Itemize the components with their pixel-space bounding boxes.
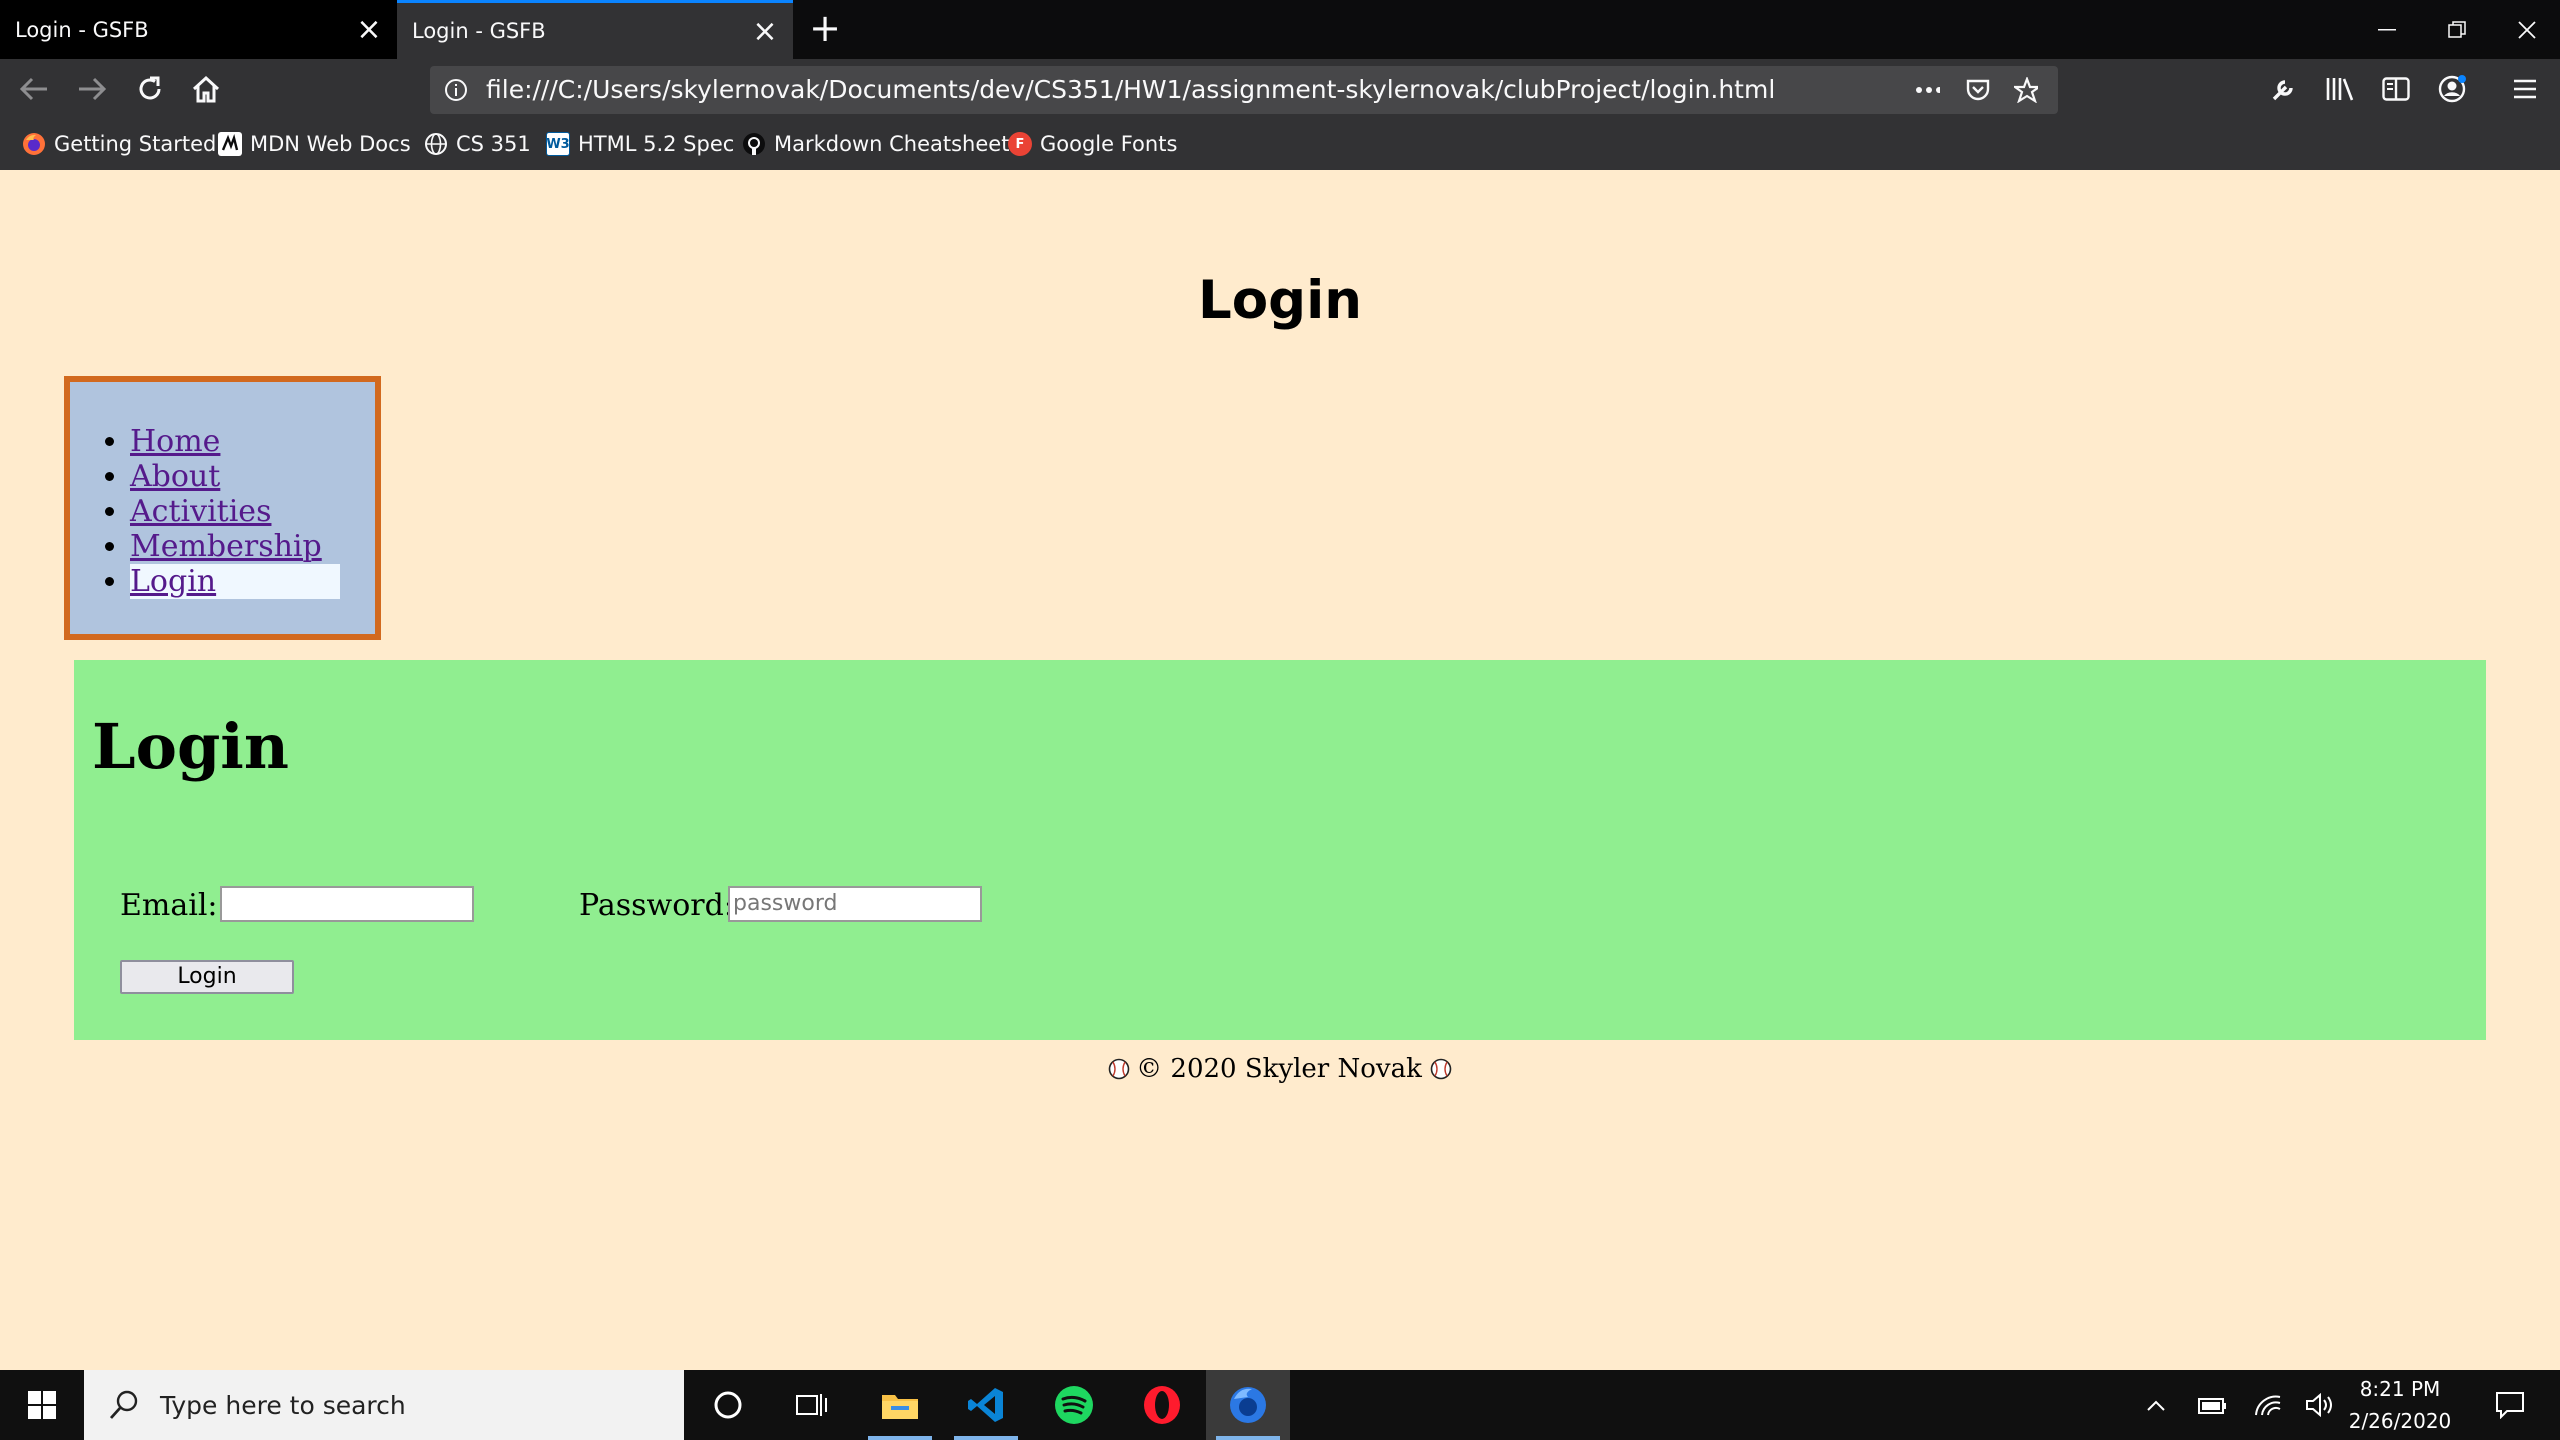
page-actions-icon[interactable] bbox=[1916, 78, 1940, 102]
opera-icon[interactable] bbox=[1120, 1370, 1204, 1440]
restore-icon[interactable] bbox=[2422, 0, 2492, 59]
firefox-taskbar-icon[interactable] bbox=[1206, 1370, 1290, 1440]
bookmark-google-fonts[interactable]: F Google Fonts bbox=[1008, 129, 1177, 159]
login-section: Login Email: Password: password Login bbox=[74, 660, 2486, 1040]
nav-item-about: About bbox=[130, 459, 340, 494]
password-field[interactable]: password bbox=[728, 886, 982, 922]
site-nav: Home About Activities Membership Login bbox=[64, 376, 381, 640]
close-tab-icon[interactable]: × bbox=[752, 14, 778, 49]
nav-link-activities[interactable]: Activities bbox=[130, 494, 271, 529]
close-window-icon[interactable] bbox=[2492, 0, 2560, 59]
nav-link-login[interactable]: Login bbox=[130, 564, 216, 599]
bookmark-mdn-web-docs[interactable]: MDN Web Docs bbox=[218, 129, 411, 159]
nav-link-home[interactable]: Home bbox=[130, 424, 220, 459]
login-heading: Login bbox=[92, 710, 289, 783]
volume-icon[interactable] bbox=[2298, 1370, 2342, 1440]
url-text[interactable]: file:///C:/Users/skylernovak/Documents/d… bbox=[486, 66, 1775, 114]
forward-icon[interactable] bbox=[72, 69, 112, 109]
clock-date: 2/26/2020 bbox=[2348, 1409, 2452, 1433]
tab-title: Login - GSFB bbox=[412, 19, 546, 43]
cortana-icon[interactable] bbox=[686, 1370, 770, 1440]
nav-item-home: Home bbox=[130, 424, 340, 459]
nav-item-activities: Activities bbox=[130, 494, 340, 529]
tab-strip: Login - GSFB × Login - GSFB × + bbox=[0, 0, 2560, 59]
bookmark-getting-started[interactable]: Getting Started bbox=[22, 129, 216, 159]
spotify-icon[interactable] bbox=[1032, 1370, 1116, 1440]
page-viewport: Login Home About Activities Membership L… bbox=[0, 170, 2560, 1370]
bookmarks-toolbar: Getting Started MDN Web Docs CS 351 W3 H… bbox=[0, 119, 2560, 170]
nav-item-login: Login bbox=[130, 564, 340, 599]
github-icon bbox=[742, 132, 766, 156]
url-bar[interactable]: file:///C:/Users/skylernovak/Documents/d… bbox=[430, 66, 2058, 114]
footer-text: © 2020 Skyler Novak bbox=[1136, 1054, 1422, 1084]
globe-icon bbox=[424, 132, 448, 156]
home-icon[interactable] bbox=[186, 69, 226, 109]
back-icon[interactable] bbox=[14, 69, 54, 109]
bookmark-markdown-cheatsheet[interactable]: Markdown Cheatsheet bbox=[742, 129, 1009, 159]
sidebar-icon[interactable] bbox=[2376, 69, 2416, 109]
tools-wrench-icon[interactable] bbox=[2264, 69, 2304, 109]
system-clock[interactable]: 8:21 PM 2/26/2020 bbox=[2345, 1370, 2455, 1440]
notifications-icon[interactable] bbox=[2480, 1370, 2540, 1440]
library-icon[interactable] bbox=[2320, 69, 2360, 109]
browser-tab-2[interactable]: Login - GSFB × bbox=[397, 0, 793, 59]
tray-overflow-icon[interactable] bbox=[2136, 1370, 2176, 1440]
new-tab-icon[interactable]: + bbox=[805, 8, 845, 48]
taskbar-search-box[interactable]: Type here to search bbox=[84, 1370, 684, 1440]
mdn-icon bbox=[218, 132, 242, 156]
close-tab-icon[interactable]: × bbox=[356, 12, 382, 47]
wifi-icon[interactable] bbox=[2246, 1370, 2290, 1440]
site-info-icon[interactable] bbox=[444, 78, 468, 102]
nav-list: Home About Activities Membership Login bbox=[130, 424, 340, 599]
nav-item-membership: Membership bbox=[130, 529, 340, 564]
bookmark-star-icon[interactable] bbox=[2014, 77, 2038, 103]
start-button[interactable] bbox=[0, 1370, 84, 1440]
nav-link-about[interactable]: About bbox=[130, 459, 220, 494]
search-icon bbox=[109, 1390, 138, 1419]
bookmark-cs-351[interactable]: CS 351 bbox=[424, 129, 531, 159]
windows-logo-icon bbox=[28, 1391, 56, 1419]
menu-icon[interactable] bbox=[2505, 69, 2545, 109]
windows-taskbar: Type here to search 8:21 PM 2/26/2020 bbox=[0, 1370, 2560, 1440]
bookmark-html-spec[interactable]: W3 HTML 5.2 Spec bbox=[546, 129, 734, 159]
firefox-icon bbox=[22, 132, 46, 156]
baseball-icon bbox=[1108, 1058, 1130, 1080]
nav-link-membership[interactable]: Membership bbox=[130, 529, 322, 564]
vscode-icon[interactable] bbox=[944, 1370, 1028, 1440]
google-fonts-icon: F bbox=[1008, 132, 1032, 156]
clock-time: 8:21 PM bbox=[2359, 1377, 2441, 1401]
w3c-icon: W3 bbox=[546, 132, 570, 156]
search-placeholder: Type here to search bbox=[160, 1390, 406, 1420]
task-view-icon[interactable] bbox=[770, 1370, 854, 1440]
tab-title: Login - GSFB bbox=[15, 17, 149, 42]
battery-icon[interactable] bbox=[2190, 1370, 2234, 1440]
navigation-toolbar: file:///C:/Users/skylernovak/Documents/d… bbox=[0, 59, 2560, 119]
baseball-icon bbox=[1430, 1058, 1452, 1080]
minimize-icon[interactable] bbox=[2352, 0, 2422, 59]
site-title: Login bbox=[1197, 270, 1363, 331]
email-field[interactable] bbox=[220, 886, 474, 922]
email-label: Email: bbox=[120, 888, 218, 923]
browser-tab-1[interactable]: Login - GSFB × bbox=[0, 0, 397, 59]
account-icon[interactable] bbox=[2432, 69, 2472, 109]
password-label: Password: bbox=[579, 888, 734, 923]
reload-icon[interactable] bbox=[130, 69, 170, 109]
login-button[interactable]: Login bbox=[120, 960, 294, 994]
page-footer: © 2020 Skyler Novak bbox=[0, 1054, 2560, 1084]
pocket-icon[interactable] bbox=[1966, 78, 1990, 102]
file-explorer-icon[interactable] bbox=[858, 1370, 942, 1440]
